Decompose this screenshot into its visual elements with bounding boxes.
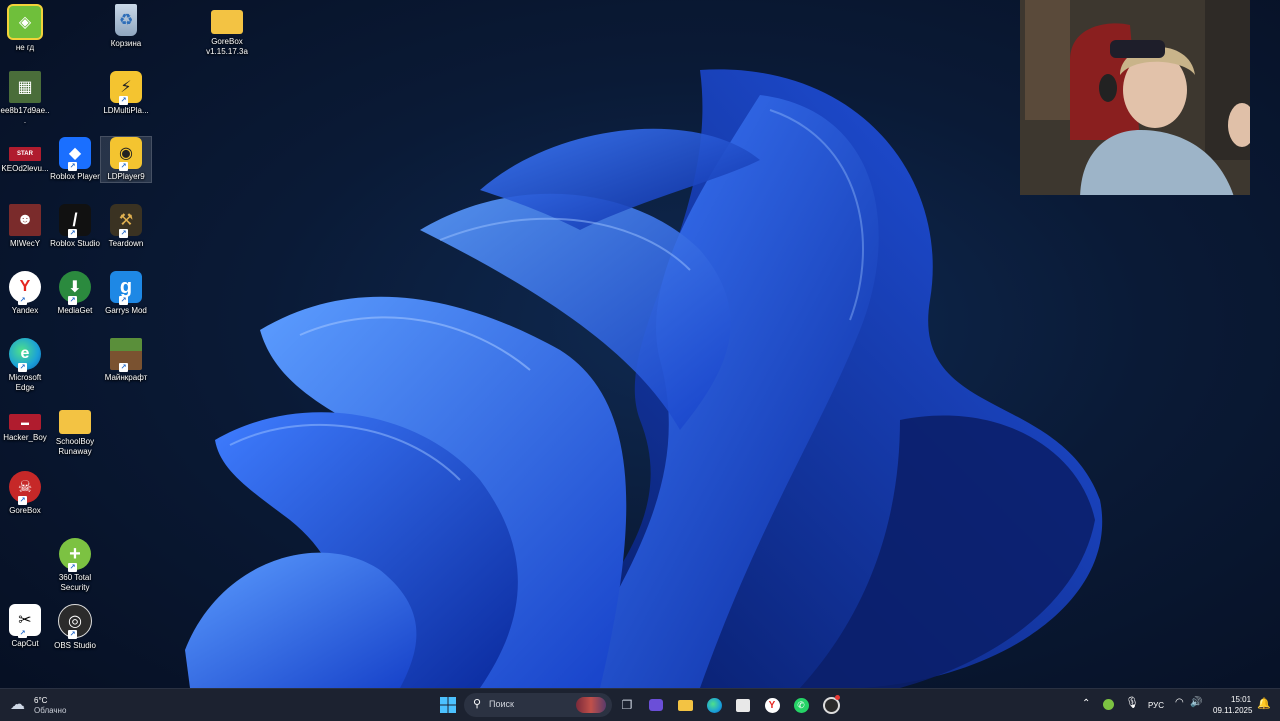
desktop-icon-microsoft-edge[interactable]: e Microsoft Edge bbox=[0, 338, 50, 393]
folder-icon bbox=[211, 10, 243, 34]
clock-time[interactable]: 15:01 bbox=[1231, 695, 1251, 704]
mediaget-icon: ⬇ bbox=[59, 271, 91, 305]
desktop-icon-image-keod[interactable]: STAR KEOd2levu... bbox=[0, 137, 50, 174]
webcam-person-image bbox=[1020, 0, 1250, 195]
clock-date[interactable]: 09.11.2025 bbox=[1213, 706, 1252, 715]
roblox-studio-icon: / bbox=[59, 204, 91, 238]
gorebox-icon: ☠ bbox=[9, 471, 41, 505]
whatsapp-button[interactable]: ✆ bbox=[788, 693, 814, 717]
recording-indicator-icon bbox=[835, 695, 840, 700]
360-tray-icon[interactable] bbox=[1103, 699, 1114, 710]
edge-taskbar-button[interactable] bbox=[701, 693, 727, 717]
desktop-icon-schoolboy-runaway[interactable]: SchoolBoy Runaway bbox=[50, 404, 100, 457]
capcut-icon: ✂ bbox=[9, 604, 41, 638]
search-icon: ⚲ bbox=[473, 698, 482, 710]
weather-temperature: 6°C bbox=[34, 696, 48, 705]
desktop-icon-gorebox[interactable]: ☠ GoreBox bbox=[0, 471, 50, 516]
volume-icon[interactable]: 🔊 bbox=[1190, 697, 1202, 708]
start-button[interactable] bbox=[435, 693, 461, 717]
obs-icon: ◎ bbox=[58, 604, 92, 639]
roblox-icon: ◆ bbox=[59, 137, 91, 171]
desktop-icon-ldmultiplayer[interactable]: ⚡ LDMultiPla... bbox=[101, 71, 151, 116]
yandex-browser-icon: Y bbox=[764, 697, 780, 713]
desktop-icon-garrys-mod[interactable]: g Garrys Mod bbox=[101, 271, 151, 316]
cloud-icon: ☁ bbox=[10, 696, 25, 713]
obs-taskbar-button[interactable] bbox=[818, 693, 844, 717]
yandex-taskbar-button[interactable]: Y bbox=[759, 693, 785, 717]
notification-bell-icon[interactable]: 🔔 bbox=[1257, 697, 1271, 710]
desktop-icon-recycle-bin[interactable]: ♻ Корзина bbox=[101, 4, 151, 49]
desktop-icon-capcut[interactable]: ✂ CapCut bbox=[0, 604, 50, 649]
desktop-icon-gorebox-folder[interactable]: GoreBox v1.15.17.3a bbox=[202, 4, 252, 57]
desktop-icon-image-miwecy[interactable]: ☻ MIWecY bbox=[0, 204, 50, 249]
garrys-mod-icon: g bbox=[110, 271, 142, 305]
desktop-icon-ne-gd[interactable]: ◈ не гд bbox=[0, 4, 50, 53]
weather-condition: Облачно bbox=[34, 706, 67, 715]
windows-logo-icon bbox=[440, 697, 456, 713]
image-file-icon: STAR bbox=[9, 147, 41, 161]
edge-icon bbox=[706, 697, 722, 713]
store-icon bbox=[736, 698, 750, 712]
desktop-icon-minecraft[interactable]: Майнкрафт bbox=[101, 338, 151, 383]
wifi-icon[interactable]: ◠ bbox=[1175, 697, 1184, 708]
chat-app-button[interactable] bbox=[643, 693, 669, 717]
geometry-dash-icon: ◈ bbox=[7, 4, 43, 40]
game-icon: ▬ bbox=[9, 414, 41, 430]
teardown-icon: ⚒ bbox=[110, 204, 142, 238]
recycle-bin-icon: ♻ bbox=[115, 4, 137, 36]
weather-widget[interactable]: ☁ 6°C Облачно bbox=[8, 694, 78, 716]
minecraft-icon bbox=[110, 338, 142, 372]
search-highlight-image bbox=[576, 697, 606, 713]
search-placeholder: Поиск bbox=[489, 699, 514, 709]
desktop-icon-360-total-security[interactable]: + 360 Total Security bbox=[50, 538, 100, 593]
folder-icon bbox=[59, 410, 91, 434]
folder-icon bbox=[677, 699, 693, 711]
desktop-icon-mediaget[interactable]: ⬇ MediaGet bbox=[50, 271, 100, 316]
chat-icon bbox=[649, 699, 663, 711]
webcam-overlay bbox=[1020, 0, 1250, 195]
ldplayer-icon: ◉ bbox=[110, 137, 142, 171]
desktop-icon-roblox-player[interactable]: ◆ Roblox Player bbox=[50, 137, 100, 182]
file-explorer-button[interactable] bbox=[672, 693, 698, 717]
image-file-icon: ☻ bbox=[9, 204, 41, 236]
whatsapp-icon: ✆ bbox=[793, 697, 809, 713]
desktop-icon-hacker-boy[interactable]: ▬ Hacker_Boy bbox=[0, 404, 50, 443]
edge-icon: e bbox=[9, 338, 41, 372]
task-view-button[interactable]: ❐ bbox=[614, 693, 640, 717]
microsoft-store-button[interactable] bbox=[730, 693, 756, 717]
microphone-icon[interactable]: 🎙 bbox=[1125, 696, 1139, 709]
360-security-icon: + bbox=[59, 538, 91, 572]
taskbar: ☁ 6°C Облачно ⚲ Поиск ❐ Y ✆ ⌃ 🎙 РУС ◠ 🔊 bbox=[0, 688, 1280, 721]
desktop-icon-ldplayer9[interactable]: ◉ LDPlayer9 bbox=[100, 136, 152, 183]
desktop-icon-obs-studio[interactable]: ◎ OBS Studio bbox=[50, 604, 100, 651]
taskbar-search-box[interactable]: ⚲ Поиск bbox=[464, 693, 612, 717]
desktop-icon-yandex[interactable]: Y Yandex bbox=[0, 271, 50, 316]
desktop-icon-image-ee8b[interactable]: ▦ ee8b17d9ae... bbox=[0, 71, 50, 126]
image-file-icon: ▦ bbox=[9, 71, 41, 103]
yandex-browser-icon: Y bbox=[9, 271, 41, 305]
show-hidden-icons-chevron-icon[interactable]: ⌃ bbox=[1082, 698, 1090, 709]
desktop-icon-roblox-studio[interactable]: / Roblox Studio bbox=[50, 204, 100, 249]
language-indicator[interactable]: РУС bbox=[1148, 701, 1164, 710]
ldmultiplayer-icon: ⚡ bbox=[110, 71, 142, 105]
desktop-icon-teardown[interactable]: ⚒ Teardown bbox=[101, 204, 151, 249]
